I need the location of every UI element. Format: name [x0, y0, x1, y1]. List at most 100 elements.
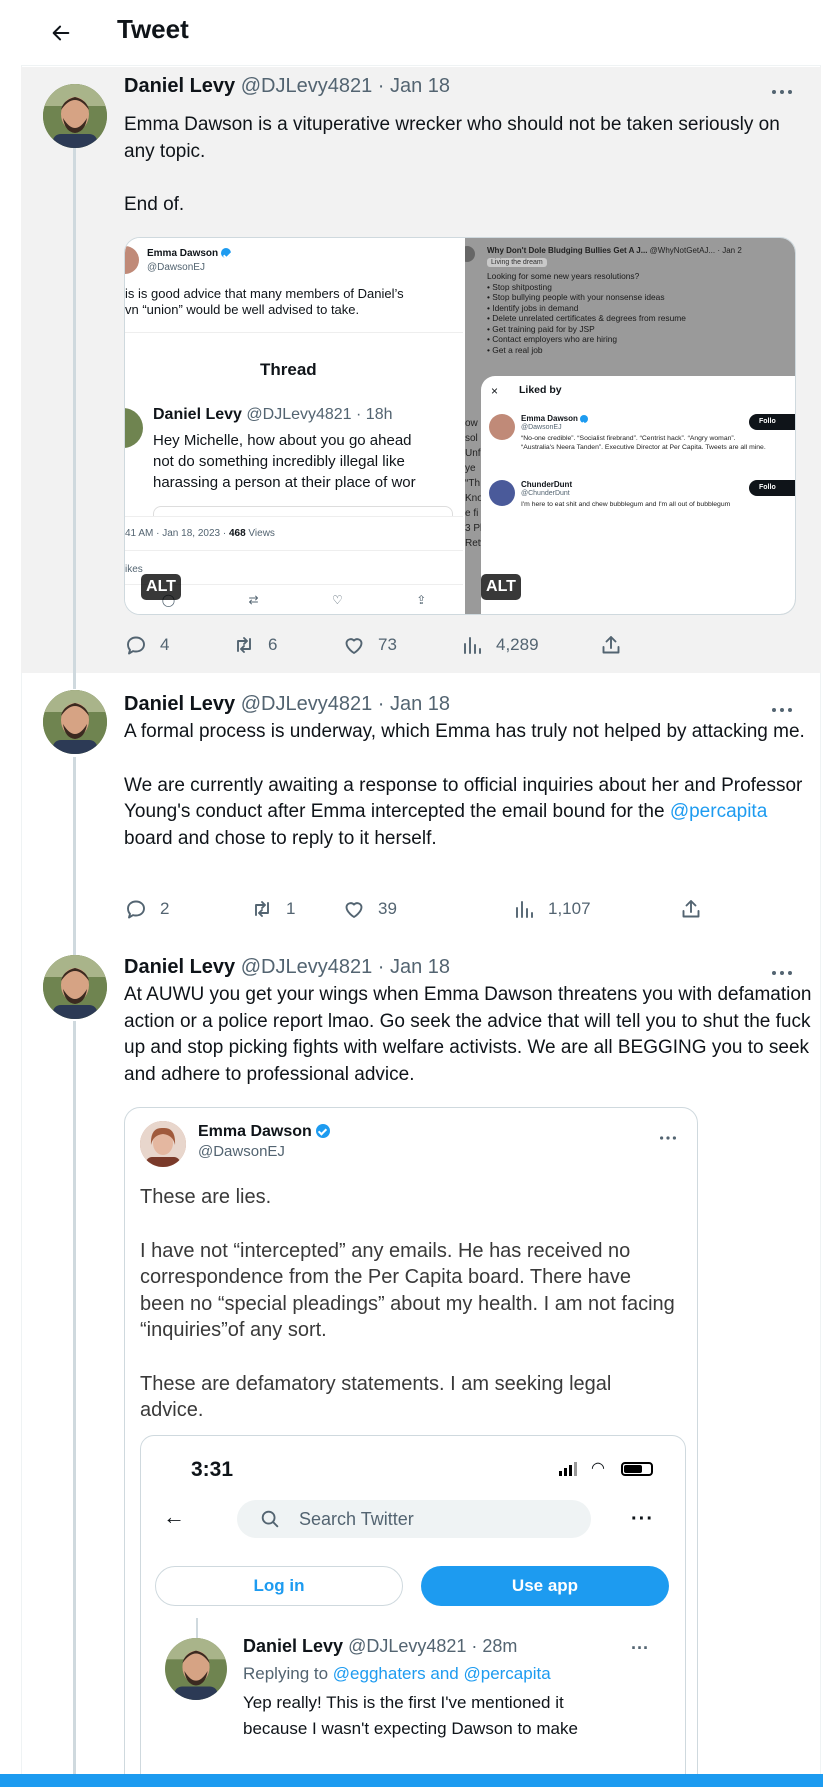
alt-badge[interactable]: ALT	[141, 574, 181, 600]
tweet-line: • Contact employers who are hiring	[487, 334, 618, 344]
avatar	[489, 414, 515, 440]
quote-paragraph: I have not “intercepted” any emails. He …	[140, 1239, 675, 1342]
media-image-left[interactable]: Emma Dawson @DawsonEJ is is good advice …	[125, 238, 463, 614]
more-options-button[interactable]	[767, 82, 797, 102]
tweet-date[interactable]: · Jan 18	[378, 693, 450, 715]
avatar-image	[43, 84, 107, 148]
author-name[interactable]: Daniel Levy	[124, 75, 235, 97]
like-count: 39	[378, 899, 397, 918]
avatar[interactable]	[43, 690, 107, 754]
account-name: Why Don't Dole Bludging Bullies Get A J.…	[487, 246, 648, 255]
share-icon: ⇪	[416, 593, 427, 607]
analytics-icon	[464, 637, 481, 654]
views-count: 468	[228, 528, 246, 539]
share-button[interactable]	[599, 630, 623, 660]
views-count: 4,289	[496, 635, 539, 654]
follow-button[interactable]: Follo	[749, 480, 795, 496]
thread-label: Thread	[260, 360, 317, 379]
author-handle[interactable]: @DJLevy4821	[241, 956, 372, 978]
tweet-paragraph: We are currently awaiting a response to …	[124, 773, 814, 853]
avatar	[165, 1638, 227, 1700]
tweet-page: Tweet Daniel Levy @DJLevy4821 · Jan 18 E…	[0, 0, 823, 1787]
tweet-paragraph: A formal process is underway, which Emma…	[124, 721, 805, 742]
page-header: Tweet	[21, 0, 821, 66]
reply-name: Daniel Levy	[153, 406, 242, 423]
tweet-paragraph: Emma Dawson is a vituperative wrecker wh…	[124, 114, 780, 162]
views-button[interactable]: 4,289	[460, 630, 539, 660]
heart-icon	[345, 902, 363, 918]
mention-link[interactable]: @percapita	[670, 801, 767, 822]
reply-button[interactable]: 2	[124, 894, 169, 924]
tweet-paragraph: At AUWU you get your wings when Emma Daw…	[124, 984, 812, 1085]
more-options-button[interactable]	[767, 700, 797, 720]
back-arrow-icon[interactable]: ←	[163, 1504, 185, 1530]
quoted-tweet[interactable]: Emma Dawson @DawsonEJ These are lies. I …	[124, 1107, 698, 1787]
login-button[interactable]: Log in	[155, 1566, 403, 1606]
like-button[interactable]: 39	[342, 894, 397, 924]
avatar	[125, 246, 139, 274]
retweet-button[interactable]: 6	[232, 630, 277, 660]
more-icon[interactable]: ···	[631, 1508, 654, 1531]
avatar[interactable]	[43, 955, 107, 1019]
author-handle[interactable]: @DJLevy4821	[241, 693, 372, 715]
reply-icon	[127, 900, 145, 919]
media-grid: Emma Dawson @DawsonEJ is is good advice …	[124, 237, 796, 615]
retweet-count: 6	[268, 635, 278, 654]
search-input[interactable]: Search Twitter	[237, 1500, 591, 1538]
reply-button[interactable]: 4	[124, 630, 169, 660]
retweet-icon: ⇄	[248, 593, 259, 607]
tweet[interactable]: Daniel Levy @DJLevy4821 · Jan 18 At AUWU…	[21, 935, 821, 1787]
avatar[interactable]	[43, 84, 107, 148]
author-name[interactable]: Daniel Levy	[124, 956, 235, 978]
avatar-image	[43, 690, 107, 754]
snippet-text: is is good advice that many members of D…	[125, 286, 404, 301]
views-button[interactable]: 1,107	[512, 894, 591, 924]
author-name[interactable]: Daniel Levy	[124, 693, 235, 715]
close-icon[interactable]: ×	[491, 384, 498, 398]
thread-line	[73, 757, 76, 935]
author-handle[interactable]: @DJLevy4821	[241, 75, 372, 97]
account-handle: @WhyNotGetAJ... · Jan 2	[649, 246, 742, 255]
quote-paragraph: These are lies.	[140, 1186, 272, 1208]
analytics-icon	[516, 901, 533, 918]
tweet-lines: Looking for some new years resolutions? •…	[487, 271, 686, 355]
tweet[interactable]: Daniel Levy @DJLevy4821 · Jan 18 A forma…	[21, 673, 821, 935]
tweet-line: • Identify jobs in demand	[487, 302, 579, 313]
use-app-button[interactable]: Use app	[421, 1566, 669, 1606]
more-icon[interactable]: ···	[631, 1638, 649, 1659]
heart-icon: ♡	[332, 593, 343, 607]
media-image-right[interactable]: Why Don't Dole Bludging Bullies Get A J.…	[465, 238, 795, 614]
back-button[interactable]	[43, 15, 79, 51]
user-handle: @ChunderDunt	[521, 490, 570, 497]
tweet-actions: 4 6 73 4,289	[124, 630, 724, 660]
modal-title: Liked by	[519, 384, 562, 396]
status-badge: Living the dream	[487, 258, 547, 267]
wifi-icon: ◠	[591, 1460, 605, 1477]
tweet-date[interactable]: · Jan 18	[378, 75, 450, 97]
verified-badge-icon	[220, 248, 231, 258]
quote-author-handle: @DawsonEJ	[198, 1143, 285, 1160]
more-options-button[interactable]	[656, 1130, 680, 1146]
follow-button[interactable]: Follo	[749, 414, 795, 430]
share-icon	[682, 900, 700, 918]
like-count: 73	[378, 635, 397, 654]
tweet[interactable]: Daniel Levy @DJLevy4821 · Jan 18 Emma Da…	[21, 67, 821, 673]
reply-text: Yep really! This is the first I've menti…	[243, 1693, 564, 1712]
quote-text: These are lies. I have not “intercepted”…	[140, 1184, 680, 1424]
reply-text: not do something incredibly illegal like	[153, 453, 405, 470]
tweet-date[interactable]: · Jan 18	[378, 956, 450, 978]
heart-icon	[345, 638, 363, 654]
retweet-button[interactable]: 1	[250, 894, 295, 924]
search-icon	[261, 1510, 279, 1528]
like-button[interactable]: 73	[342, 630, 397, 660]
alt-badge[interactable]: ALT	[481, 574, 521, 600]
more-options-button[interactable]	[767, 963, 797, 983]
tweet-line: Looking for some new years resolutions?	[487, 271, 640, 281]
replying-to-links[interactable]: @egghaters and @percapita	[333, 1664, 551, 1683]
reply-text: harassing a person at their place of wor	[153, 474, 416, 491]
quoted-screenshot[interactable]: 3:31 ◠ ← Search Twitter ··· Log in Use a…	[140, 1435, 686, 1787]
user-bio: “No-one credible”. “Socialist firebrand”…	[521, 435, 766, 451]
reply-handle: @DJLevy4821 · 28m	[348, 1636, 518, 1656]
tweet-line: • Stop bullying people with your nonsens…	[487, 292, 665, 302]
share-button[interactable]	[679, 894, 703, 924]
